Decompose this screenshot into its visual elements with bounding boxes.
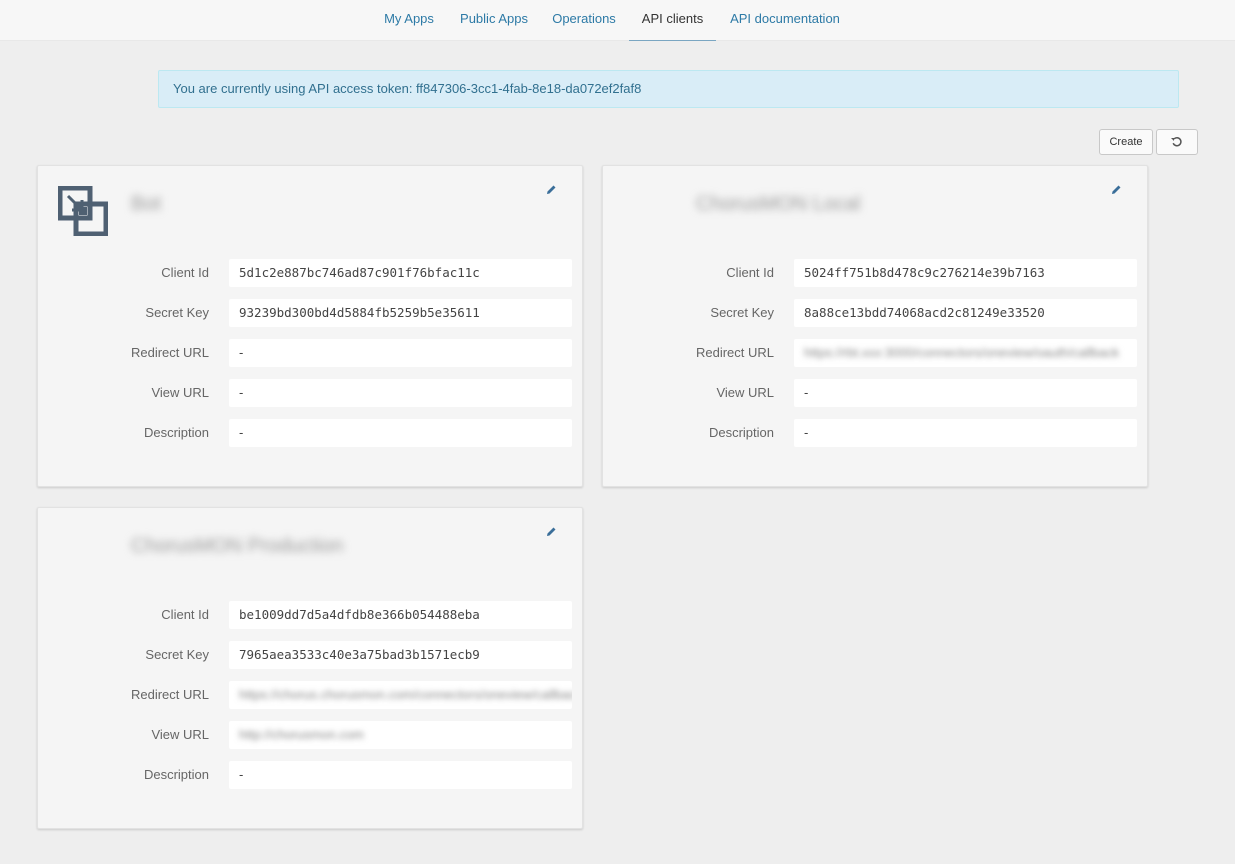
description-value: -	[229, 419, 572, 447]
redirect-url-text: https://rbt.xxx:3000/connectors/oneview/…	[804, 345, 1120, 360]
client-name: Bot	[131, 193, 162, 215]
description-value: -	[794, 419, 1137, 447]
secret-key-label: Secret Key	[145, 647, 209, 662]
view-url-value: -	[794, 379, 1137, 407]
edit-pencil-icon[interactable]	[1110, 184, 1122, 196]
view-url-value: -	[229, 379, 572, 407]
redirect-url-value: https://chorus.chorusmon.com/connectors/…	[229, 681, 572, 709]
tab-api-documentation[interactable]: API documentation	[722, 0, 848, 40]
client-id-label: Client Id	[726, 265, 774, 280]
view-url-value: http://chorusmon.com	[229, 721, 572, 749]
access-token-text: You are currently using API access token…	[173, 81, 642, 96]
view-url-label: View URL	[151, 385, 209, 400]
redirect-url-value: -	[229, 339, 572, 367]
tab-operations[interactable]: Operations	[543, 0, 625, 40]
secret-key-value: 93239bd300bd4d5884fb5259b5e35611	[229, 299, 572, 327]
api-client-card: ChorusMON Local Client Id 5024ff751b8d47…	[602, 165, 1148, 487]
redirect-url-label: Redirect URL	[130, 345, 209, 360]
tab-api-clients[interactable]: API clients	[629, 0, 716, 41]
client-id-value: be1009dd7d5a4dfdb8e366b054488eba	[229, 601, 572, 629]
redirect-url-label: Redirect URL	[695, 345, 774, 360]
client-name: ChorusMON Production	[131, 535, 344, 557]
tab-public-apps[interactable]: Public Apps	[452, 0, 536, 40]
secret-key-value: 7965aea3533c40e3a75bad3b1571ecb9	[229, 641, 572, 669]
redirect-url-value: https://rbt.xxx:3000/connectors/oneview/…	[794, 339, 1137, 367]
redirect-url-text: https://chorus.chorusmon.com/connectors/…	[239, 687, 572, 702]
secret-key-label: Secret Key	[145, 305, 209, 320]
refresh-button[interactable]	[1156, 129, 1198, 155]
client-id-value: 5024ff751b8d478c9c276214e39b7163	[794, 259, 1137, 287]
top-nav: My Apps Public Apps Operations API clien…	[0, 0, 1235, 41]
client-id-value: 5d1c2e887bc746ad87c901f76bfac11c	[229, 259, 572, 287]
app-logo-icon	[58, 186, 108, 236]
description-label: Description	[708, 425, 774, 440]
api-client-card: ChorusMON Production Client Id be1009dd7…	[37, 507, 583, 829]
secret-key-value: 8a88ce13bdd74068acd2c81249e33520	[794, 299, 1137, 327]
client-id-label: Client Id	[161, 607, 209, 622]
secret-key-label: Secret Key	[710, 305, 774, 320]
view-url-label: View URL	[151, 727, 209, 742]
description-label: Description	[143, 767, 209, 782]
client-name: ChorusMON Local	[696, 193, 861, 215]
redirect-url-label: Redirect URL	[130, 687, 209, 702]
view-url-text: http://chorusmon.com	[239, 727, 364, 742]
edit-pencil-icon[interactable]	[545, 526, 557, 538]
create-button[interactable]: Create	[1099, 129, 1153, 155]
client-id-label: Client Id	[161, 265, 209, 280]
api-client-card: Bot Client Id 5d1c2e887bc746ad87c901f76b…	[37, 165, 583, 487]
description-value: -	[229, 761, 572, 789]
edit-pencil-icon[interactable]	[545, 184, 557, 196]
description-label: Description	[143, 425, 209, 440]
refresh-icon	[1171, 136, 1182, 147]
view-url-label: View URL	[716, 385, 774, 400]
access-token-banner: You are currently using API access token…	[158, 70, 1179, 108]
tab-my-apps[interactable]: My Apps	[372, 0, 446, 40]
